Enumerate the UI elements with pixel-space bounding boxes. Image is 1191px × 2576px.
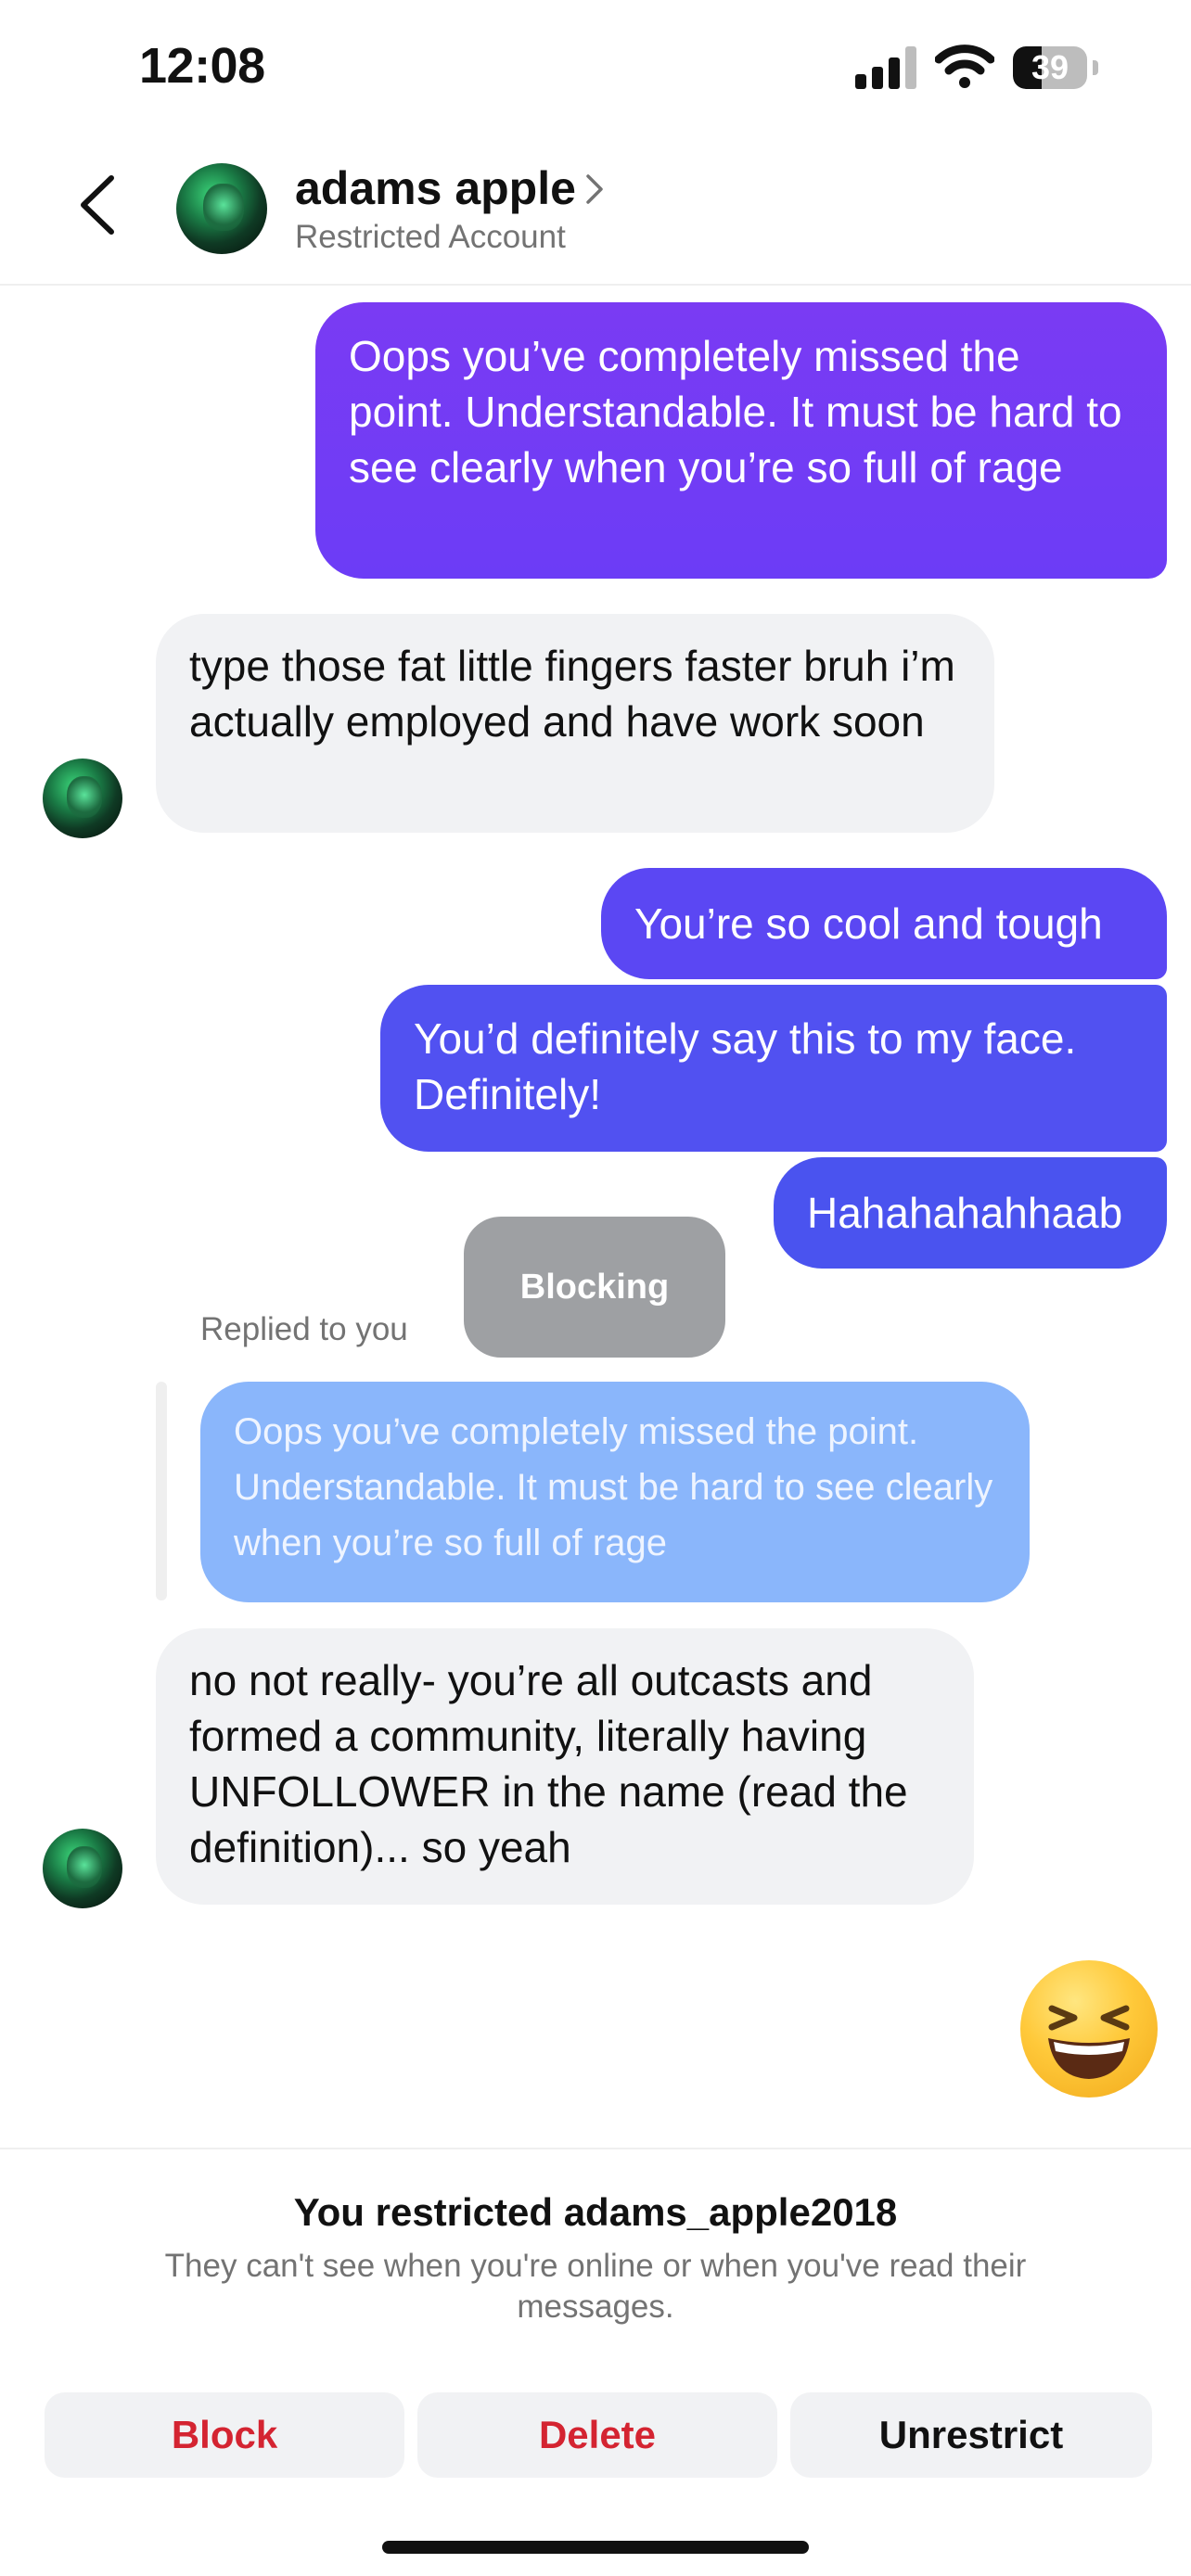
footer-divider [0,2148,1191,2149]
outgoing-message[interactable]: Oops you’ve completely missed the point.… [315,302,1167,579]
quoted-message[interactable]: Oops you’ve completely missed the point.… [200,1382,1030,1602]
battery-level: 39 [1031,48,1069,86]
account-status: Restricted Account [295,219,566,255]
battery-icon: 39 [1013,46,1087,89]
battery-tip [1093,60,1098,75]
sender-avatar[interactable] [43,1829,122,1908]
header-divider [0,284,1191,286]
reply-indicator-bar [156,1382,167,1600]
sender-avatar[interactable] [43,759,122,838]
contact-name[interactable]: adams apple [295,161,576,215]
blocking-toast: Blocking [464,1217,725,1358]
wifi-icon [935,45,994,88]
home-indicator[interactable] [382,2541,809,2554]
status-time: 12:08 [139,38,265,94]
outgoing-message[interactable]: Hahahahahhaab [774,1157,1167,1269]
grinning-squinting-face-emoji[interactable] [1020,1960,1158,2098]
incoming-message[interactable]: type those fat little fingers faster bru… [156,614,994,833]
restriction-title: You restricted adams_apple2018 [293,2190,898,2234]
reply-label: Replied to you [200,1311,408,1347]
delete-button[interactable]: Delete [417,2392,777,2478]
incoming-message[interactable]: no not really- you’re all outcasts and f… [156,1628,974,1905]
avatar[interactable] [176,163,267,254]
block-button[interactable]: Block [45,2392,404,2478]
chevron-right-icon[interactable] [584,172,605,206]
outgoing-message[interactable]: You’d definitely say this to my face. De… [380,985,1167,1152]
unrestrict-button[interactable]: Unrestrict [790,2392,1152,2478]
restriction-description: They can't see when you're online or whe… [164,2248,1027,2325]
cellular-signal-icon [855,46,916,89]
outgoing-message[interactable]: You’re so cool and tough [601,868,1167,979]
chevron-left-icon[interactable] [74,172,119,237]
